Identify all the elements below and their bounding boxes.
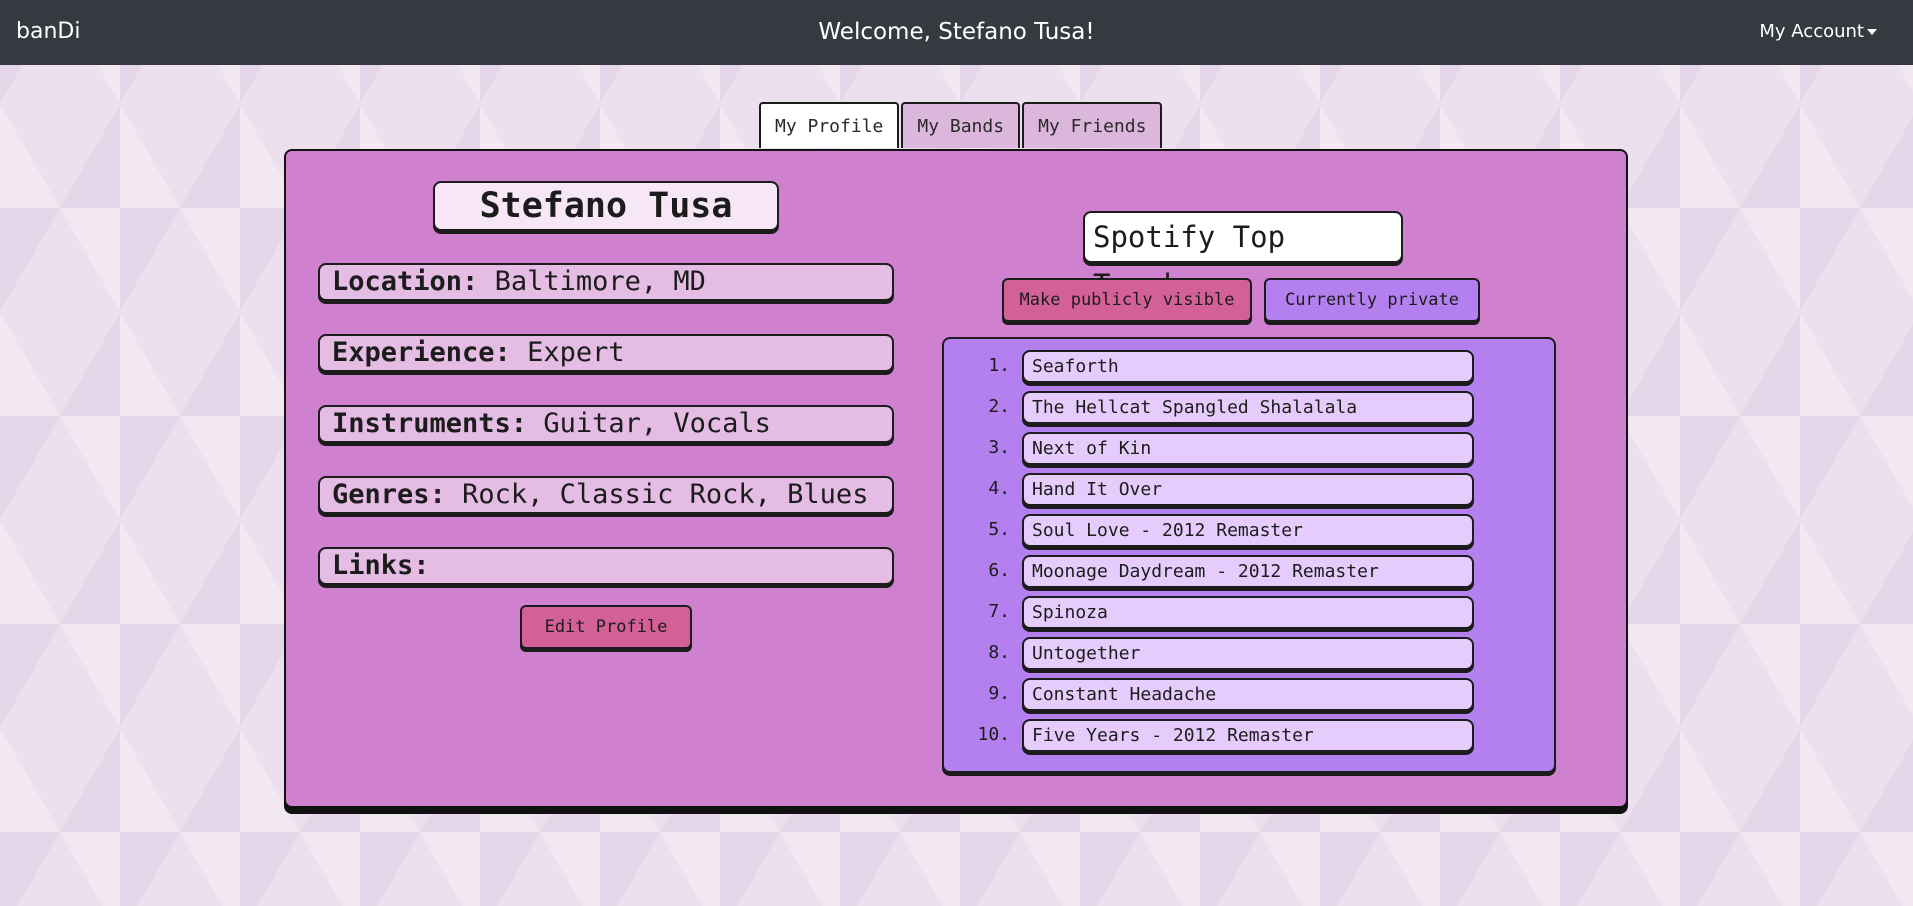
- track-name[interactable]: Soul Love - 2012 Remaster: [1022, 514, 1474, 547]
- genres-label: Genres:: [332, 479, 446, 510]
- edit-profile-button[interactable]: Edit Profile: [520, 605, 692, 649]
- welcome-message: Welcome, Stefano Tusa!: [818, 19, 1095, 45]
- track-number: 6.: [988, 560, 1010, 581]
- make-public-button[interactable]: Make publicly visible: [1002, 278, 1252, 322]
- my-account-dropdown[interactable]: My Account: [1759, 21, 1877, 42]
- track-number: 10.: [977, 724, 1010, 745]
- track-name[interactable]: Constant Headache: [1022, 678, 1474, 711]
- track-number: 2.: [988, 396, 1010, 417]
- tab-my-bands[interactable]: My Bands: [901, 102, 1021, 148]
- my-account-label: My Account: [1759, 21, 1864, 42]
- track-number: 1.: [988, 355, 1010, 376]
- track-number: 9.: [988, 683, 1010, 704]
- spotify-top-tracks-title: Spotify Top Tracks: [1083, 211, 1403, 302]
- top-tracks-list: 1. Seaforth 2. The Hellcat Spangled Shal…: [942, 337, 1556, 773]
- list-item: 7. Spinoza: [944, 596, 1554, 630]
- chevron-down-icon: [1867, 29, 1877, 35]
- profile-name: Stefano Tusa: [433, 181, 779, 231]
- list-item: 6. Moonage Daydream - 2012 Remaster: [944, 555, 1554, 589]
- list-item: 5. Soul Love - 2012 Remaster: [944, 514, 1554, 548]
- track-number: 4.: [988, 478, 1010, 499]
- list-item: 10. Five Years - 2012 Remaster: [944, 719, 1554, 753]
- track-name[interactable]: Next of Kin: [1022, 432, 1474, 465]
- track-number: 3.: [988, 437, 1010, 458]
- track-name[interactable]: The Hellcat Spangled Shalalala: [1022, 391, 1474, 424]
- experience-field: Experience: Expert: [318, 334, 894, 372]
- tab-my-friends[interactable]: My Friends: [1022, 102, 1163, 148]
- list-item: 4. Hand It Over: [944, 473, 1554, 507]
- track-number: 5.: [988, 519, 1010, 540]
- top-navbar: banDi Welcome, Stefano Tusa! My Account: [0, 0, 1913, 65]
- privacy-status-badge: Currently private: [1264, 278, 1480, 322]
- experience-label: Experience:: [332, 337, 511, 368]
- list-item: 8. Untogether: [944, 637, 1554, 671]
- links-label: Links:: [332, 550, 430, 581]
- experience-value: Expert: [527, 337, 625, 368]
- tab-my-profile[interactable]: My Profile: [759, 102, 900, 148]
- list-item: 2. The Hellcat Spangled Shalalala: [944, 391, 1554, 425]
- track-number: 8.: [988, 642, 1010, 663]
- list-item: 9. Constant Headache: [944, 678, 1554, 712]
- list-item: 3. Next of Kin: [944, 432, 1554, 466]
- genres-field: Genres: Rock, Classic Rock, Blues: [318, 476, 894, 514]
- track-name[interactable]: Untogether: [1022, 637, 1474, 670]
- track-name[interactable]: Hand It Over: [1022, 473, 1474, 506]
- instruments-label: Instruments:: [332, 408, 528, 439]
- track-name[interactable]: Spinoza: [1022, 596, 1474, 629]
- profile-tabs: My Profile My Bands My Friends: [759, 102, 1164, 148]
- track-name[interactable]: Moonage Daydream - 2012 Remaster: [1022, 555, 1474, 588]
- genres-value: Rock, Classic Rock, Blues: [462, 479, 869, 510]
- instruments-field: Instruments: Guitar, Vocals: [318, 405, 894, 443]
- links-field: Links:: [318, 547, 894, 585]
- profile-card: Stefano Tusa Location: Baltimore, MD Exp…: [284, 149, 1628, 808]
- track-name[interactable]: Five Years - 2012 Remaster: [1022, 719, 1474, 752]
- location-label: Location:: [332, 266, 479, 297]
- location-value: Baltimore, MD: [494, 266, 706, 297]
- list-item: 1. Seaforth: [944, 350, 1554, 384]
- track-number: 7.: [988, 601, 1010, 622]
- location-field: Location: Baltimore, MD: [318, 263, 894, 301]
- track-name[interactable]: Seaforth: [1022, 350, 1474, 383]
- instruments-value: Guitar, Vocals: [543, 408, 771, 439]
